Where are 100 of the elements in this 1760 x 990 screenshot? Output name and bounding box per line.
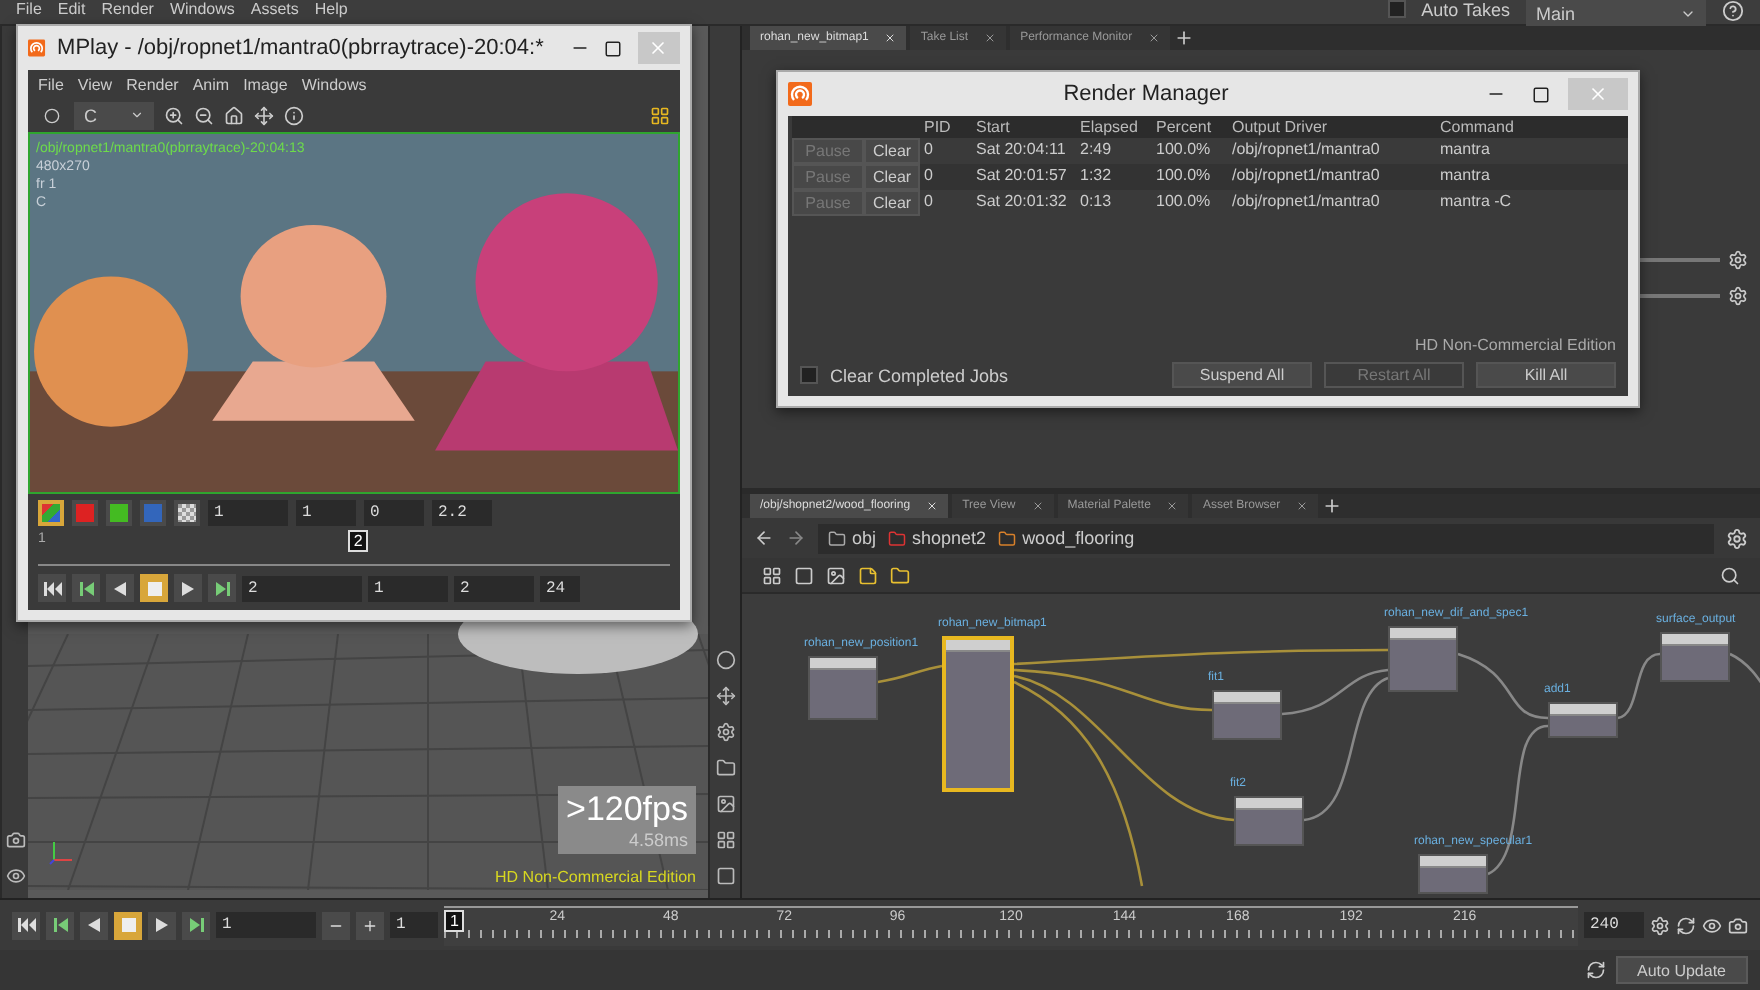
transport-button[interactable] [80, 911, 108, 939]
adjust-field[interactable]: 2.2 [432, 499, 492, 525]
channel-button[interactable] [106, 499, 132, 525]
layout-icon[interactable] [650, 105, 670, 125]
network-node[interactable] [1212, 690, 1282, 740]
close-icon[interactable] [1148, 32, 1161, 44]
transport-button[interactable] [114, 911, 142, 939]
adjust-field[interactable]: 1 [208, 499, 288, 525]
shelf-tool-icon[interactable] [715, 758, 735, 778]
add-tab-icon[interactable] [1322, 496, 1343, 516]
transport-button[interactable] [182, 911, 210, 939]
network-node[interactable] [1388, 626, 1458, 692]
eye-icon[interactable] [5, 866, 25, 886]
network-tool-icon[interactable] [858, 565, 878, 585]
menu-item[interactable]: File [38, 75, 64, 93]
menu-item[interactable]: Edit [57, 0, 86, 18]
forward-icon[interactable] [786, 528, 806, 548]
settings-icon[interactable] [1728, 286, 1748, 306]
back-icon[interactable] [754, 528, 774, 548]
clear-button[interactable]: Clear [864, 138, 920, 164]
take-dropdown[interactable]: Main [1526, 0, 1706, 28]
network-node[interactable] [1548, 702, 1618, 738]
menu-item[interactable]: Windows [301, 75, 367, 93]
path-segment[interactable]: shopnet2 [912, 528, 987, 548]
footer-button[interactable]: Suspend All [1172, 362, 1312, 388]
playback-field[interactable]: 2 [454, 575, 534, 601]
transport-button[interactable] [208, 574, 236, 602]
menu-item[interactable]: Render [101, 0, 154, 18]
menu-item[interactable]: File [16, 0, 42, 18]
home-icon[interactable] [224, 105, 244, 125]
timeline-tool-icon[interactable] [1676, 915, 1696, 935]
network-node[interactable] [1418, 854, 1488, 894]
zoom-out-icon[interactable] [194, 105, 214, 125]
path-segment[interactable]: wood_flooring [1022, 528, 1135, 548]
network-tool-icon[interactable] [762, 565, 782, 585]
path-segment[interactable]: obj [852, 528, 877, 548]
menu-item[interactable]: Assets [250, 0, 299, 18]
menu-item[interactable]: Help [314, 0, 348, 18]
info-icon[interactable] [284, 105, 304, 125]
footer-button[interactable]: Kill All [1476, 362, 1616, 388]
current-frame-marker[interactable]: 1 [444, 909, 465, 931]
zoom-in-icon[interactable] [164, 105, 184, 125]
current-frame-marker[interactable]: 2 [347, 530, 369, 552]
menu-item[interactable]: Render [126, 75, 179, 93]
fps-field[interactable]: 24 [540, 575, 580, 601]
checkbox[interactable] [800, 366, 818, 384]
frame-field[interactable]: 1 [216, 912, 316, 938]
transport-button[interactable] [106, 574, 134, 602]
network-node[interactable] [808, 656, 878, 720]
decrement-button[interactable] [322, 911, 350, 939]
playback-field[interactable]: 1 [368, 575, 448, 601]
refresh-icon[interactable] [1585, 960, 1606, 980]
clear-button[interactable]: Clear [864, 164, 920, 190]
timeline-tool-icon[interactable] [1650, 915, 1670, 935]
network-node[interactable] [1660, 632, 1730, 682]
menu-item[interactable]: View [77, 75, 113, 93]
transport-button[interactable] [12, 911, 40, 939]
transport-button[interactable] [72, 574, 100, 602]
network-tool-icon[interactable] [826, 565, 846, 585]
settings-icon[interactable] [1728, 250, 1748, 270]
menu-item[interactable]: Image [243, 75, 288, 93]
shelf-tool-icon[interactable] [715, 794, 735, 814]
network-tool-icon[interactable] [890, 565, 910, 585]
settings-icon[interactable] [1726, 527, 1748, 549]
network-tool-icon[interactable] [794, 565, 814, 585]
adjust-field[interactable]: 0 [364, 499, 424, 525]
shelf-tool-icon[interactable] [715, 866, 735, 886]
clear-button[interactable]: Clear [864, 190, 920, 216]
camera-icon[interactable] [5, 830, 25, 850]
transport-button[interactable] [46, 911, 74, 939]
auto-update-button[interactable]: Auto Update [1615, 956, 1748, 984]
end-frame-field[interactable]: 240 [1584, 912, 1644, 938]
network-node[interactable] [942, 636, 1014, 792]
menu-item[interactable]: Windows [169, 0, 235, 18]
shelf-tool-icon[interactable] [715, 650, 735, 670]
search-icon[interactable] [1720, 565, 1740, 585]
shelf-tool-icon[interactable] [715, 722, 735, 742]
close-icon[interactable] [1296, 500, 1309, 512]
adjust-field[interactable]: 1 [296, 499, 356, 525]
timeline-tool-icon[interactable] [1702, 915, 1722, 935]
network-node[interactable] [1234, 796, 1304, 846]
channel-dropdown[interactable]: C [74, 101, 154, 129]
shelf-tool-icon[interactable] [715, 830, 735, 850]
path-field[interactable]: obj shopnet2 wood_flooring [818, 523, 1714, 553]
channel-button[interactable] [38, 499, 64, 525]
transport-button[interactable] [38, 574, 66, 602]
transport-button[interactable] [174, 574, 202, 602]
move-icon[interactable] [254, 105, 274, 125]
transport-button[interactable] [148, 911, 176, 939]
close-icon[interactable] [1166, 500, 1179, 512]
add-tab-icon[interactable] [1174, 28, 1195, 48]
close-icon[interactable] [984, 32, 997, 44]
step-field[interactable]: 1 [390, 912, 438, 938]
shelf-tool-icon[interactable] [715, 686, 735, 706]
menu-item[interactable]: Anim [192, 75, 230, 93]
close-icon[interactable] [1031, 500, 1044, 512]
help-icon[interactable] [1722, 0, 1744, 22]
playback-field[interactable]: 2 [242, 575, 362, 601]
channel-button[interactable] [174, 499, 200, 525]
checkbox[interactable] [1387, 0, 1406, 18]
